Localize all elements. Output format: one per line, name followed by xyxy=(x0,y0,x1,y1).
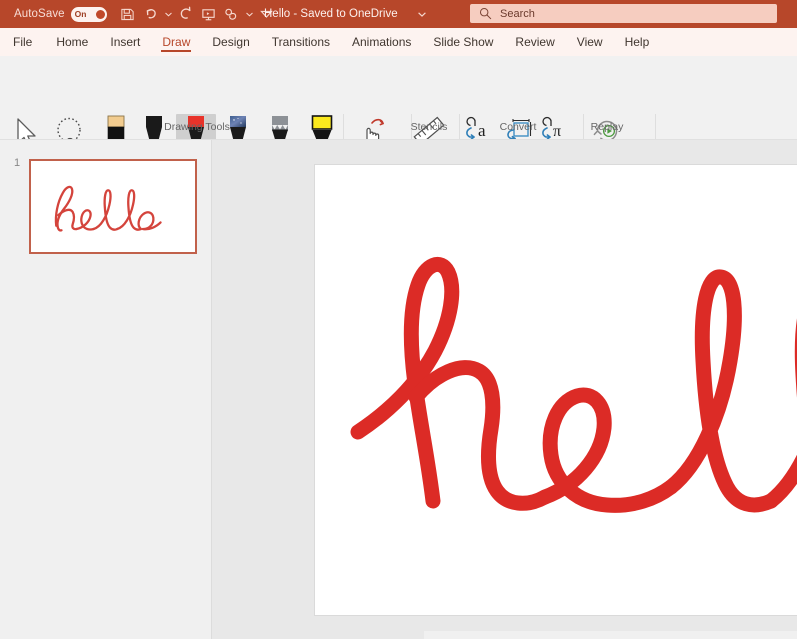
save-icon[interactable] xyxy=(117,3,139,25)
tab-file[interactable]: File xyxy=(0,28,45,56)
tab-help-label: Help xyxy=(625,35,650,49)
autosave-state-label: On xyxy=(75,10,87,19)
redo-icon[interactable] xyxy=(175,3,197,25)
tab-insert[interactable]: Insert xyxy=(99,28,151,56)
tab-review-label: Review xyxy=(515,35,554,49)
tab-review[interactable]: Review xyxy=(504,28,565,56)
tab-draw-label: Draw xyxy=(162,35,190,49)
group-label-drawing-tools: Drawing Tools xyxy=(162,121,232,133)
tab-file-label: File xyxy=(13,35,32,49)
tab-design-label: Design xyxy=(212,35,249,49)
undo-icon[interactable] xyxy=(140,3,162,25)
title-dropdown-chevron-down-icon[interactable] xyxy=(415,0,429,28)
group-label-replay: Replay xyxy=(582,121,632,133)
search-input[interactable]: Search xyxy=(500,8,535,20)
autosave-label: AutoSave xyxy=(14,8,65,20)
search-icon xyxy=(479,7,492,20)
ribbon-group-labels: Drawing Tools Stencils Convert Replay xyxy=(0,121,797,139)
powerpoint-window: AutoSave On xyxy=(0,0,797,639)
tab-animations-label: Animations xyxy=(352,35,411,49)
title-bar: AutoSave On xyxy=(0,0,797,28)
thumbnail-number: 1 xyxy=(14,157,20,169)
tab-view[interactable]: View xyxy=(566,28,614,56)
ribbon-tab-strip: File Home Insert Draw Design Transitions… xyxy=(0,28,797,56)
tab-help[interactable]: Help xyxy=(614,28,661,56)
slide-thumbnail-1[interactable] xyxy=(29,159,197,254)
touch-mouse-mode-icon[interactable] xyxy=(221,3,243,25)
tab-design[interactable]: Design xyxy=(201,28,260,56)
tab-animations[interactable]: Animations xyxy=(341,28,422,56)
autosave-knob xyxy=(96,10,105,19)
search-box[interactable]: Search xyxy=(470,4,777,23)
slide-ink-hello xyxy=(315,165,797,615)
tab-transitions[interactable]: Transitions xyxy=(261,28,341,56)
tab-slide-show[interactable]: Slide Show xyxy=(422,28,504,56)
slide-thumbnail-pane: 1 xyxy=(0,140,211,639)
start-presentation-icon[interactable] xyxy=(198,3,220,25)
undo-dropdown-chevron-down-icon[interactable] xyxy=(163,3,174,25)
autosave-toggle[interactable]: On xyxy=(71,7,107,22)
touch-mouse-dropdown-chevron-down-icon[interactable] xyxy=(244,3,255,25)
horizontal-scrollbar[interactable] xyxy=(424,631,797,639)
thumbnail-ink-hello xyxy=(38,166,188,248)
tab-home[interactable]: Home xyxy=(45,28,99,56)
tab-view-label: View xyxy=(577,35,603,49)
slide-canvas[interactable] xyxy=(315,165,797,615)
group-label-convert: Convert xyxy=(493,121,543,133)
slide-editing-area xyxy=(212,140,797,639)
document-title: Hello - Saved to OneDrive xyxy=(264,0,398,28)
tab-slide-show-label: Slide Show xyxy=(433,35,493,49)
tab-transitions-label: Transitions xyxy=(272,35,330,49)
group-label-stencils: Stencils xyxy=(404,121,454,133)
thumbnail-wrapper[interactable] xyxy=(29,159,197,254)
quick-access-toolbar xyxy=(117,3,278,25)
tab-home-label: Home xyxy=(56,35,88,49)
tab-draw[interactable]: Draw xyxy=(151,28,201,56)
tab-insert-label: Insert xyxy=(110,35,140,49)
